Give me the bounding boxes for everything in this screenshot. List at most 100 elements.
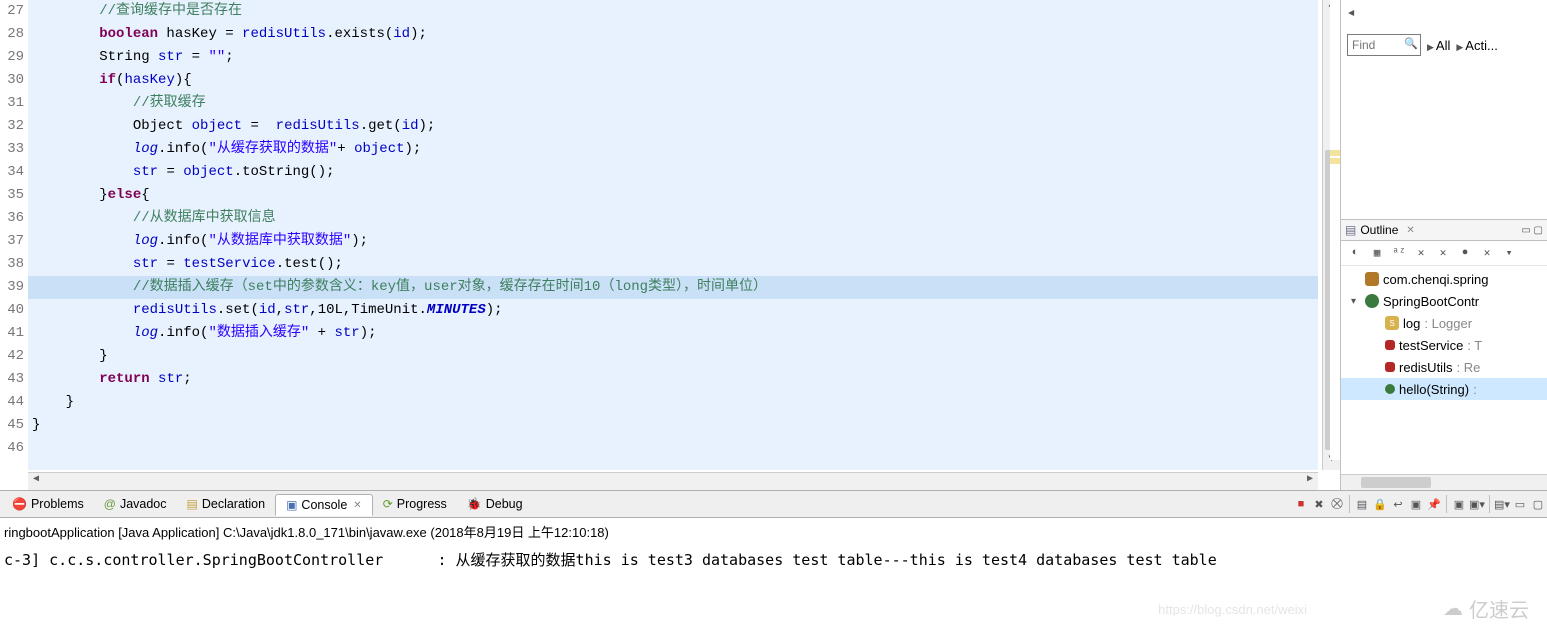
overview-mark[interactable]: [1330, 150, 1340, 156]
word-wrap-icon[interactable]: ↩: [1389, 495, 1407, 513]
code-line[interactable]: }: [28, 345, 1318, 368]
line-number: 28: [0, 23, 24, 46]
overview-ruler[interactable]: [1330, 0, 1340, 460]
close-icon[interactable]: ✕: [1406, 225, 1414, 236]
code-line[interactable]: log.info("从数据库中获取数据");: [28, 230, 1318, 253]
maximize-icon[interactable]: ▢: [1529, 495, 1547, 513]
remove-all-icon[interactable]: ⛒: [1328, 495, 1346, 513]
code-line[interactable]: }: [28, 391, 1318, 414]
scroll-left-arrow[interactable]: ◀: [28, 473, 44, 490]
outline-icon: ▤: [1345, 223, 1356, 237]
outline-node[interactable]: hello(String) :: [1341, 378, 1547, 400]
open-console-menu-icon[interactable]: ▣▾: [1468, 495, 1486, 513]
line-number: 41: [0, 322, 24, 345]
minimize-icon[interactable]: ▭: [1511, 495, 1529, 513]
focus-icon[interactable]: ◐: [1347, 245, 1363, 261]
code-line[interactable]: str = testService.test();: [28, 253, 1318, 276]
problems-icon: ⛔: [12, 497, 27, 511]
code-editor[interactable]: 2728293031323334353637383940414243444546…: [0, 0, 1340, 490]
line-number: 40: [0, 299, 24, 322]
method-icon: [1385, 384, 1395, 394]
code-line[interactable]: log.info("从缓存获取的数据"+ object);: [28, 138, 1318, 161]
pkg-icon: [1365, 272, 1379, 286]
line-number: 39: [0, 276, 24, 299]
code-line[interactable]: redisUtils.set(id,str,10L,TimeUnit.MINUT…: [28, 299, 1318, 322]
find-all-link[interactable]: ▶All: [1427, 38, 1450, 53]
outline-tree[interactable]: com.chenqi.spring▾SpringBootContrSlog : …: [1341, 266, 1547, 474]
code-line[interactable]: //从数据库中获取信息: [28, 207, 1318, 230]
hide-local-icon[interactable]: ✕: [1479, 245, 1495, 261]
scroll-lock-icon[interactable]: 🔒: [1371, 495, 1389, 513]
outline-type: : Logger: [1424, 316, 1472, 331]
sf-icon: S: [1385, 316, 1399, 330]
code-line[interactable]: }else{: [28, 184, 1318, 207]
code-line[interactable]: //查询缓存中是否存在: [28, 0, 1318, 23]
code-line[interactable]: String str = "";: [28, 46, 1318, 69]
new-console-menu-icon[interactable]: ▤▾: [1493, 495, 1511, 513]
hide-static-icon[interactable]: ✕: [1435, 245, 1451, 261]
display-selected-icon[interactable]: ▣: [1450, 495, 1468, 513]
line-number: 36: [0, 207, 24, 230]
line-number: 37: [0, 230, 24, 253]
terminate-button[interactable]: ■: [1292, 495, 1310, 513]
outline-node[interactable]: testService : T: [1341, 334, 1547, 356]
scroll-thumb[interactable]: [1361, 477, 1431, 488]
line-number: 46: [0, 437, 24, 460]
code-line[interactable]: Object object = redisUtils.get(id);: [28, 115, 1318, 138]
menu-icon[interactable]: ▾: [1501, 245, 1517, 261]
pin-console-icon[interactable]: 📌: [1425, 495, 1443, 513]
clear-console-icon[interactable]: ▤: [1353, 495, 1371, 513]
outline-toolbar: ◐ ▦ ᵃᶻ ✕ ✕ ● ✕ ▾: [1341, 241, 1547, 266]
line-number: 45: [0, 414, 24, 437]
line-number: 27: [0, 0, 24, 23]
outline-node[interactable]: com.chenqi.spring: [1341, 268, 1547, 290]
horizontal-scrollbar[interactable]: ◀ ▶: [28, 472, 1318, 490]
field-icon: [1385, 362, 1395, 372]
code-line[interactable]: if(hasKey){: [28, 69, 1318, 92]
outline-node[interactable]: redisUtils : Re: [1341, 356, 1547, 378]
minimize-icon[interactable]: ▭ ▢: [1521, 225, 1543, 236]
code-line[interactable]: boolean hasKey = redisUtils.exists(id);: [28, 23, 1318, 46]
outline-label: hello(String): [1399, 382, 1469, 397]
console-output[interactable]: c-3] c.c.s.controller.SpringBootControll…: [0, 545, 1547, 574]
line-number: 34: [0, 161, 24, 184]
code-line[interactable]: log.info("数据插入缓存" + str);: [28, 322, 1318, 345]
line-number-gutter: 2728293031323334353637383940414243444546: [0, 0, 28, 470]
close-icon[interactable]: ✕: [353, 500, 361, 511]
code-line[interactable]: //获取缓存: [28, 92, 1318, 115]
code-line[interactable]: }: [28, 414, 1318, 437]
outline-node[interactable]: Slog : Logger: [1341, 312, 1547, 334]
outline-horizontal-scrollbar[interactable]: [1341, 474, 1547, 490]
outline-title: Outline: [1360, 223, 1398, 237]
expander-icon[interactable]: ▾: [1351, 296, 1361, 307]
hide-nonpublic-icon[interactable]: ●: [1457, 245, 1473, 261]
outline-type: : T: [1467, 338, 1482, 353]
search-icon[interactable]: 🔍: [1404, 37, 1418, 50]
code-line[interactable]: return str;: [28, 368, 1318, 391]
tab-problems[interactable]: ⛔ Problems: [2, 494, 94, 514]
hide-fields-icon[interactable]: ✕: [1413, 245, 1429, 261]
progress-icon: ⟳: [383, 497, 393, 511]
code-line[interactable]: str = object.toString();: [28, 161, 1318, 184]
outline-node[interactable]: ▾SpringBootContr: [1341, 290, 1547, 312]
outline-type: :: [1473, 382, 1477, 397]
tab-console[interactable]: ▣ Console ✕: [275, 494, 373, 516]
tab-declaration[interactable]: ▤ Declaration: [177, 494, 276, 514]
sort-icon[interactable]: ᵃᶻ: [1391, 245, 1407, 261]
show-console-icon[interactable]: ▣: [1407, 495, 1425, 513]
watermark-logo: ☁ 亿速云: [1443, 594, 1529, 623]
chevron-down-icon[interactable]: ▾: [1345, 10, 1359, 16]
code-line[interactable]: //数据插入缓存（set中的参数含义：key值，user对象，缓存存在时间10（…: [28, 276, 1318, 299]
scroll-right-arrow[interactable]: ▶: [1302, 473, 1318, 490]
tab-debug[interactable]: 🐞 Debug: [457, 494, 533, 514]
outline-view-header: ▤ Outline ✕ ▭ ▢: [1341, 220, 1547, 241]
remove-launch-icon[interactable]: ✖: [1310, 495, 1328, 513]
code-area[interactable]: //查询缓存中是否存在 boolean hasKey = redisUtils.…: [28, 0, 1318, 470]
link-editor-icon[interactable]: ▦: [1369, 245, 1385, 261]
tab-progress[interactable]: ⟳ Progress: [373, 494, 457, 514]
find-activation-link[interactable]: ▶Acti...: [1456, 38, 1497, 53]
line-number: 30: [0, 69, 24, 92]
tab-javadoc[interactable]: @ Javadoc: [94, 494, 177, 514]
line-number: 32: [0, 115, 24, 138]
overview-mark[interactable]: [1330, 158, 1340, 164]
